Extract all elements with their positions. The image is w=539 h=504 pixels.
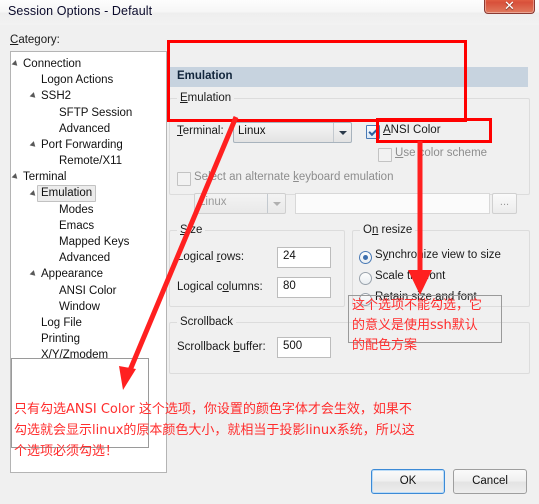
chevron-down-icon-2[interactable]	[267, 194, 285, 213]
sidebar-item-mapped-keys[interactable]: Mapped Keys	[11, 234, 166, 250]
close-icon: ✕	[504, 0, 515, 13]
sidebar-item-label: Remote/X11	[59, 155, 123, 168]
terminal-combo[interactable]: Linux	[233, 122, 352, 143]
scrollback-group-title: Scrollback	[177, 316, 237, 328]
terminal-combo-value: Linux	[238, 125, 266, 137]
alternate-keyboard-textbox[interactable]	[295, 193, 490, 214]
radio-synchronize-ring	[359, 251, 372, 264]
sidebar-item-printing[interactable]: Printing	[11, 331, 166, 347]
window-title: Session Options - Default	[8, 4, 153, 18]
right-note-line-3: 的配色方案	[352, 338, 418, 353]
sidebar-item-ssh2[interactable]: SSH2	[11, 88, 166, 104]
alternate-keyboard-combo[interactable]: Linux	[194, 193, 286, 214]
sidebar-item-sftp-session[interactable]: SFTP Session	[11, 105, 166, 121]
size-group-title: Size	[177, 224, 206, 236]
sidebar-item-label: Mapped Keys	[59, 236, 130, 249]
category-tree-items: Connection Logon Actions SSH2 SFTP Session A…	[11, 56, 166, 364]
terminal-label: Terminal:	[177, 125, 224, 137]
right-note-line-1: 这个选项不能勾选，它	[352, 298, 483, 313]
alternate-keyboard-combo-value: Linux	[199, 196, 227, 208]
tree-expand-icon[interactable]	[12, 169, 22, 185]
sidebar-item-advanced[interactable]: Advanced	[11, 121, 166, 137]
bottom-note-line-3: 个选项必须勾选！	[14, 444, 119, 459]
logical-columns-label: Logical columns:	[177, 281, 263, 293]
sidebar-item-label: Port Forwarding	[41, 138, 123, 151]
sidebar-item-label: Appearance	[41, 268, 104, 281]
sidebar-item-label: Log File	[41, 317, 82, 329]
alternate-keyboard-label: Select an alternate keyboard emulation	[194, 171, 394, 183]
sidebar-item-label: Window	[59, 300, 100, 313]
on-resize-group-title: On resize	[360, 224, 416, 236]
sidebar-item-port-forwarding[interactable]: Port Forwarding	[11, 137, 166, 153]
sidebar-item-label: SFTP Session	[59, 106, 133, 119]
sidebar-item-log-file[interactable]: Log File	[11, 315, 166, 331]
sidebar-item-label: Printing	[41, 333, 80, 346]
use-color-scheme-checkbox-box	[378, 148, 392, 162]
sidebar-item-label: Modes	[59, 203, 94, 216]
radio-scale-ring	[359, 272, 372, 285]
sidebar-item-label: Emulation	[37, 184, 97, 202]
logical-rows-label: Logical rows:	[177, 251, 245, 263]
sidebar-item-label: Connection	[23, 58, 82, 70]
bottom-note-line-2: 勾选就会显示linux的原本颜色大小，就相当于投影linux系统，所以这	[14, 423, 415, 438]
logical-rows-input[interactable]: 24	[277, 247, 331, 268]
sidebar-item-label: Terminal	[23, 171, 67, 184]
radio-scale-label: Scale the font	[375, 270, 446, 282]
right-note-line-2: 的意义是使用ssh默认	[352, 318, 478, 333]
cancel-button[interactable]: Cancel	[453, 469, 527, 494]
tree-expand-icon[interactable]	[30, 137, 40, 153]
sidebar-item-label: Advanced	[59, 122, 111, 135]
pane-title: Emulation	[177, 70, 233, 82]
sidebar-item-label: ANSI Color	[59, 284, 117, 297]
sidebar-item-advanced[interactable]: Advanced	[11, 250, 166, 266]
logical-rows-value: 24	[283, 250, 296, 262]
emulation-group-title: Emulation	[177, 92, 235, 104]
sidebar-item-emulation[interactable]: Emulation	[11, 184, 166, 202]
scrollback-buffer-label: Scrollback buffer:	[177, 341, 266, 353]
scrollback-buffer-value: 500	[283, 340, 303, 352]
sidebar-item-window[interactable]: Window	[11, 299, 166, 315]
ansi-color-label: ANSI Color	[383, 124, 441, 136]
category-label: Category:	[10, 34, 60, 46]
sidebar-item-x-y-zmodem[interactable]: X/Y/Zmodem	[11, 347, 166, 363]
logical-columns-input[interactable]: 80	[277, 277, 331, 298]
logical-columns-value: 80	[283, 280, 296, 292]
radio-synchronize-label: Synchronize view to size	[375, 249, 501, 261]
sidebar-item-label: Advanced	[59, 252, 111, 265]
sidebar-item-label: Emacs	[59, 219, 95, 232]
sidebar-item-appearance[interactable]: Appearance	[11, 266, 166, 282]
sidebar-item-logon-actions[interactable]: Logon Actions	[11, 72, 166, 88]
sidebar-item-remote-x11[interactable]: Remote/X11	[11, 153, 166, 169]
use-color-scheme-label: Use color scheme	[395, 147, 488, 159]
pane-header: Emulation	[169, 67, 528, 87]
ok-button[interactable]: OK	[371, 469, 445, 494]
sidebar-item-connection[interactable]: Connection	[11, 56, 166, 72]
sidebar-item-terminal[interactable]: Terminal	[11, 169, 166, 185]
sidebar-item-emacs[interactable]: Emacs	[11, 218, 166, 234]
tree-expand-icon[interactable]	[12, 56, 22, 72]
scrollback-buffer-input[interactable]: 500	[277, 337, 331, 358]
close-button[interactable]: ✕	[484, 0, 535, 14]
title-bar: Session Options - Default ✕	[0, 0, 539, 26]
sidebar-item-modes[interactable]: Modes	[11, 202, 166, 218]
alternate-keyboard-checkbox-box	[177, 172, 191, 186]
sidebar-item-label: X/Y/Zmodem	[41, 349, 109, 362]
bottom-note-line-1: 只有勾选ANSI Color 这个选项，你设置的颜色字体才会生效，如果不	[14, 402, 412, 417]
sidebar-item-label: SSH2	[41, 90, 72, 103]
ansi-color-checkbox-box	[366, 125, 380, 139]
session-options-dialog: Session Options - Default ✕ Category: Co…	[0, 0, 539, 504]
chevron-down-icon[interactable]	[333, 123, 351, 142]
sidebar-item-label: Logon Actions	[41, 74, 114, 87]
tree-expand-icon[interactable]	[30, 266, 40, 282]
tree-expand-icon[interactable]	[30, 88, 40, 104]
browse-button[interactable]: ...	[492, 193, 517, 214]
sidebar-item-ansi-color[interactable]: ANSI Color	[11, 283, 166, 299]
